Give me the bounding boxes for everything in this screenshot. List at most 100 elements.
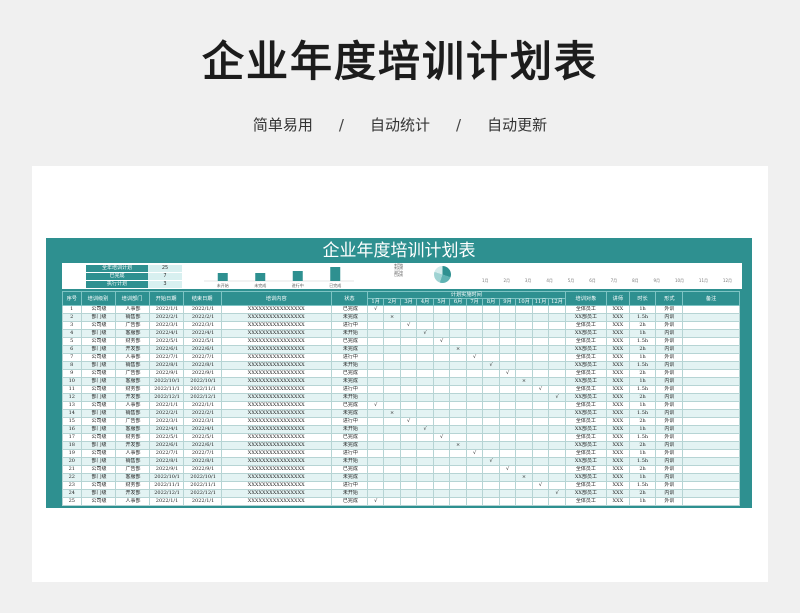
- month-cell[interactable]: [498, 417, 517, 426]
- month-cell[interactable]: [449, 425, 467, 434]
- cell-start[interactable]: 2022/1/1: [148, 305, 184, 314]
- month-cell[interactable]: [465, 417, 484, 426]
- cell-end[interactable]: 2022/7/1: [182, 449, 222, 458]
- month-cell[interactable]: [498, 305, 517, 314]
- cell-dept[interactable]: 客服部: [114, 473, 150, 482]
- month-cell[interactable]: [465, 385, 484, 394]
- cell-status[interactable]: 已完成: [330, 369, 368, 378]
- month-cell[interactable]: ×: [449, 345, 467, 354]
- cell-dept[interactable]: 客服部: [114, 377, 150, 386]
- month-cell[interactable]: [498, 433, 517, 442]
- month-cell[interactable]: [498, 481, 517, 490]
- month-cell[interactable]: [482, 385, 500, 394]
- month-header[interactable]: 9月: [498, 298, 517, 306]
- cell-status[interactable]: 进行中: [330, 321, 368, 330]
- cell-content[interactable]: XXXXXXXXXXXXXXXX: [220, 481, 332, 490]
- month-cell[interactable]: [366, 489, 385, 498]
- month-cell[interactable]: [465, 361, 484, 370]
- cell-level[interactable]: 部门级: [80, 313, 116, 322]
- cell-hours[interactable]: 1.5h: [628, 361, 657, 370]
- month-cell[interactable]: [498, 393, 517, 402]
- month-cell[interactable]: [399, 425, 418, 434]
- month-cell[interactable]: √: [399, 321, 418, 330]
- cell-hours[interactable]: 1h: [628, 425, 657, 434]
- month-cell[interactable]: [366, 473, 385, 482]
- month-cell[interactable]: [531, 361, 550, 370]
- cell-lecturer[interactable]: XXX: [606, 329, 630, 338]
- month-header[interactable]: 8月: [482, 298, 500, 306]
- month-cell[interactable]: [432, 369, 451, 378]
- month-cell[interactable]: [515, 457, 533, 466]
- month-cell[interactable]: √: [482, 361, 500, 370]
- cell-start[interactable]: 2022/2/1: [148, 313, 184, 322]
- cell-hours[interactable]: 1.5h: [628, 457, 657, 466]
- cell-lecturer[interactable]: XXX: [606, 369, 630, 378]
- cell-no[interactable]: 17: [62, 433, 82, 442]
- cell-level[interactable]: 部门级: [80, 345, 116, 354]
- month-cell[interactable]: [482, 433, 500, 442]
- month-cell[interactable]: [531, 345, 550, 354]
- month-cell[interactable]: [432, 393, 451, 402]
- month-cell[interactable]: [383, 425, 401, 434]
- cell-note[interactable]: [682, 321, 740, 330]
- month-cell[interactable]: [515, 313, 533, 322]
- month-cell[interactable]: [465, 321, 484, 330]
- cell-content[interactable]: XXXXXXXXXXXXXXXX: [220, 441, 332, 450]
- month-cell[interactable]: √: [416, 425, 434, 434]
- month-cell[interactable]: [449, 353, 467, 362]
- month-cell[interactable]: [432, 473, 451, 482]
- cell-end[interactable]: 2022/6/1: [182, 441, 222, 450]
- month-cell[interactable]: [548, 417, 566, 426]
- month-cell[interactable]: √: [465, 353, 484, 362]
- cell-mode[interactable]: 内训: [655, 473, 684, 482]
- cell-content[interactable]: XXXXXXXXXXXXXXXX: [220, 433, 332, 442]
- cell-hours[interactable]: 1.5h: [628, 385, 657, 394]
- cell-hours[interactable]: 2h: [628, 393, 657, 402]
- month-cell[interactable]: [531, 433, 550, 442]
- month-cell[interactable]: [465, 401, 484, 410]
- month-cell[interactable]: [366, 409, 385, 418]
- month-cell[interactable]: [383, 433, 401, 442]
- month-header[interactable]: 3月: [399, 298, 418, 306]
- cell-target[interactable]: 全体员工: [564, 481, 608, 490]
- cell-dept[interactable]: 人事部: [114, 497, 150, 506]
- month-cell[interactable]: ×: [383, 409, 401, 418]
- month-cell[interactable]: [465, 345, 484, 354]
- month-cell[interactable]: [482, 321, 500, 330]
- month-cell[interactable]: [416, 465, 434, 474]
- month-cell[interactable]: [449, 369, 467, 378]
- cell-note[interactable]: [682, 353, 740, 362]
- cell-target[interactable]: XX部员工: [564, 393, 608, 402]
- month-cell[interactable]: [482, 337, 500, 346]
- cell-content[interactable]: XXXXXXXXXXXXXXXX: [220, 369, 332, 378]
- month-cell[interactable]: [366, 425, 385, 434]
- month-cell[interactable]: [416, 385, 434, 394]
- cell-mode[interactable]: 内训: [655, 393, 684, 402]
- cell-no[interactable]: 20: [62, 457, 82, 466]
- cell-target[interactable]: 全体员工: [564, 433, 608, 442]
- cell-note[interactable]: [682, 425, 740, 434]
- cell-hours[interactable]: 1.5h: [628, 313, 657, 322]
- month-cell[interactable]: [383, 385, 401, 394]
- month-cell[interactable]: √: [531, 385, 550, 394]
- month-cell[interactable]: [383, 401, 401, 410]
- month-cell[interactable]: [432, 481, 451, 490]
- cell-level[interactable]: 公司级: [80, 417, 116, 426]
- cell-lecturer[interactable]: XXX: [606, 457, 630, 466]
- month-header[interactable]: 7月: [465, 298, 484, 306]
- month-cell[interactable]: [366, 481, 385, 490]
- month-cell[interactable]: [432, 465, 451, 474]
- month-cell[interactable]: [548, 457, 566, 466]
- month-cell[interactable]: √: [366, 497, 385, 506]
- cell-no[interactable]: 1: [62, 305, 82, 314]
- cell-dept[interactable]: 人事部: [114, 401, 150, 410]
- cell-status[interactable]: 已完成: [330, 497, 368, 506]
- month-cell[interactable]: √: [416, 329, 434, 338]
- cell-end[interactable]: 2022/2/1: [182, 313, 222, 322]
- cell-mode[interactable]: 外训: [655, 353, 684, 362]
- month-cell[interactable]: [548, 473, 566, 482]
- month-cell[interactable]: [515, 465, 533, 474]
- month-cell[interactable]: [482, 409, 500, 418]
- month-cell[interactable]: [399, 329, 418, 338]
- month-cell[interactable]: [548, 465, 566, 474]
